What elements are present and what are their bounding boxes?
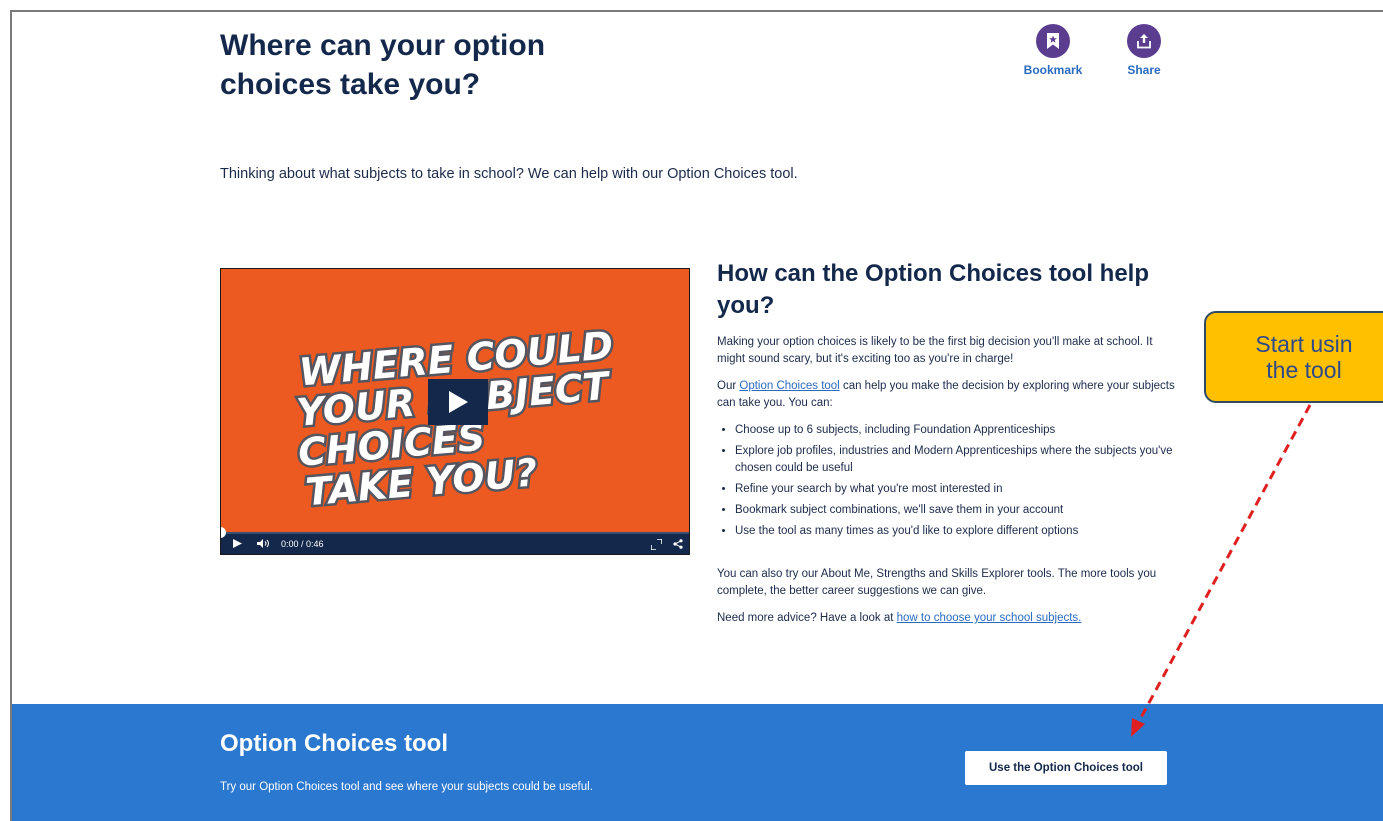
paragraph-other-tools: You can also try our About Me, Strengths… [717, 568, 1157, 597]
share-icon[interactable] [673, 539, 683, 549]
list-item: Bookmark subject combinations, we'll sav… [735, 502, 1182, 519]
paragraph-intro: Making your option choices is likely to … [717, 336, 1153, 365]
features-list: Choose up to 6 subjects, including Found… [717, 422, 1182, 540]
intro-text: Thinking about what subjects to take in … [220, 166, 798, 182]
video-time: 0:00 / 0:46 [281, 539, 324, 549]
list-item: Choose up to 6 subjects, including Found… [735, 422, 1182, 439]
use-tool-button[interactable]: Use the Option Choices tool [965, 751, 1167, 785]
share-label: Share [1127, 63, 1161, 77]
text-fragment: Our [717, 380, 740, 392]
callout-line-2: the tool [1266, 357, 1342, 383]
bookmark-icon [1036, 24, 1070, 58]
text-fragment: Need more advice? Have a look at [717, 612, 897, 624]
volume-icon[interactable] [257, 539, 271, 548]
play-icon[interactable] [233, 539, 242, 548]
annotation-callout: Start usin the tool [1204, 311, 1383, 403]
school-subjects-link[interactable]: how to choose your school subjects. [897, 612, 1082, 624]
section-heading: How can the Option Choices tool help you… [717, 260, 1150, 319]
video-controls: 0:00 / 0:46 [221, 527, 689, 554]
video-player[interactable]: WHERE COULD YOUR SUBJECT CHOICES TAKE YO… [220, 268, 690, 555]
tool-info-section: How can the Option Choices tool help you… [717, 258, 1182, 637]
callout-line-1: Start usin [1255, 331, 1353, 357]
paragraph-advice: Need more advice? Have a look at how to … [717, 610, 1182, 627]
video-progress[interactable] [221, 527, 689, 538]
list-item: Use the tool as many times as you'd like… [735, 523, 1182, 540]
banner-title: Option Choices tool [220, 730, 448, 757]
play-icon [449, 391, 468, 413]
list-item: Explore job profiles, industries and Mod… [735, 443, 1182, 477]
paragraph-tool: Our Option Choices tool can help you mak… [717, 378, 1182, 412]
share-icon [1127, 24, 1161, 58]
option-choices-link[interactable]: Option Choices tool [739, 380, 839, 392]
page-title: Where can your option choices take you? [220, 29, 546, 101]
fullscreen-icon[interactable] [651, 539, 662, 550]
share-button[interactable]: Share [1122, 24, 1166, 77]
list-item: Refine your search by what you're most i… [735, 481, 1182, 498]
cta-banner: Option Choices tool Try our Option Choic… [12, 704, 1383, 821]
bookmark-button[interactable]: Bookmark [1022, 24, 1084, 77]
progress-handle[interactable] [221, 527, 226, 538]
play-button[interactable] [428, 379, 488, 425]
banner-text: Try our Option Choices tool and see wher… [220, 781, 593, 793]
bookmark-label: Bookmark [1023, 63, 1083, 77]
